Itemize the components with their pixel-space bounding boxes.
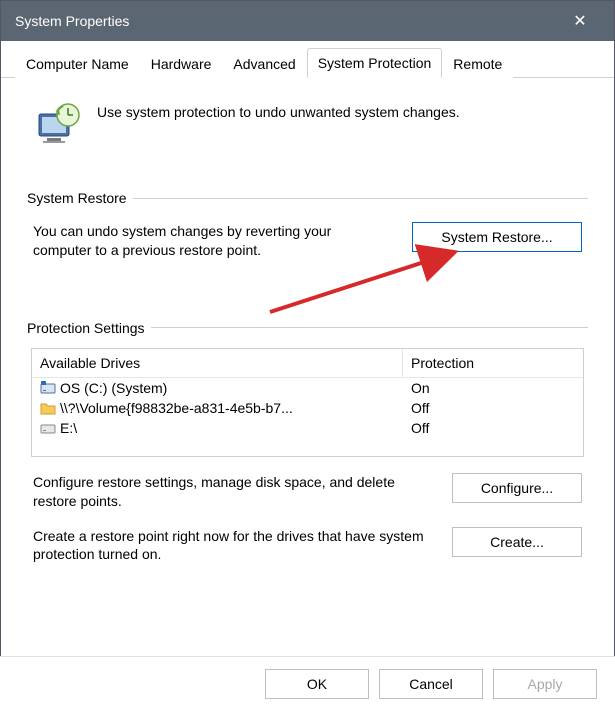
titlebar: System Properties bbox=[1, 1, 614, 41]
intro-text: Use system protection to undo unwanted s… bbox=[97, 102, 460, 120]
close-button[interactable] bbox=[560, 1, 600, 41]
table-row[interactable]: E:\ Off bbox=[32, 418, 583, 438]
tab-hardware[interactable]: Hardware bbox=[140, 49, 223, 78]
system-protection-icon bbox=[35, 102, 83, 150]
cancel-button[interactable]: Cancel bbox=[379, 669, 483, 699]
group-header: System Restore bbox=[27, 190, 588, 206]
protection-settings-group: Protection Settings Available Drives Pro… bbox=[27, 320, 588, 565]
tab-advanced[interactable]: Advanced bbox=[222, 49, 306, 78]
table-row[interactable]: \\?\Volume{f98832be-a831-4e5b-b7... Off bbox=[32, 398, 583, 418]
tab-system-protection[interactable]: System Protection bbox=[307, 48, 443, 78]
configure-button[interactable]: Configure... bbox=[452, 473, 582, 503]
drive-protection: Off bbox=[403, 398, 583, 418]
tab-strip: Computer Name Hardware Advanced System P… bbox=[1, 41, 614, 78]
create-description: Create a restore point right now for the… bbox=[33, 527, 434, 565]
window-title: System Properties bbox=[15, 13, 560, 29]
drive-protection: On bbox=[403, 378, 583, 398]
folder-icon bbox=[40, 400, 56, 416]
drive-protection: Off bbox=[403, 418, 583, 438]
drive-name: \\?\Volume{f98832be-a831-4e5b-b7... bbox=[60, 400, 293, 416]
intro-row: Use system protection to undo unwanted s… bbox=[27, 94, 588, 180]
disk-icon bbox=[40, 420, 56, 436]
col-available-drives[interactable]: Available Drives bbox=[32, 349, 403, 378]
system-restore-title: System Restore bbox=[27, 190, 127, 206]
ok-button[interactable]: OK bbox=[265, 669, 369, 699]
create-row: Create a restore point right now for the… bbox=[27, 527, 588, 565]
system-restore-button[interactable]: System Restore... bbox=[412, 222, 582, 252]
configure-description: Configure restore settings, manage disk … bbox=[33, 473, 434, 511]
system-properties-window: System Properties Computer Name Hardware… bbox=[0, 0, 615, 710]
col-protection[interactable]: Protection bbox=[403, 349, 583, 378]
drives-table-header: Available Drives Protection bbox=[32, 349, 583, 378]
drives-table: Available Drives Protection bbox=[31, 348, 584, 457]
disk-icon bbox=[40, 380, 56, 396]
system-restore-group: System Restore You can undo system chang… bbox=[27, 190, 588, 264]
tab-content: Use system protection to undo unwanted s… bbox=[1, 78, 614, 564]
create-button[interactable]: Create... bbox=[452, 527, 582, 557]
divider bbox=[151, 327, 588, 328]
close-icon bbox=[573, 11, 586, 31]
apply-button[interactable]: Apply bbox=[493, 669, 597, 699]
divider bbox=[133, 198, 588, 199]
dialog-footer: OK Cancel Apply bbox=[0, 656, 615, 710]
protection-settings-title: Protection Settings bbox=[27, 320, 145, 336]
drive-name: E:\ bbox=[60, 420, 77, 436]
drives-table-body: OS (C:) (System) On \\?\Volume{f98832be-… bbox=[32, 378, 583, 456]
configure-row: Configure restore settings, manage disk … bbox=[27, 473, 588, 511]
tab-computer-name[interactable]: Computer Name bbox=[15, 49, 140, 78]
table-row[interactable]: OS (C:) (System) On bbox=[32, 378, 583, 398]
system-restore-description: You can undo system changes by reverting… bbox=[33, 222, 392, 260]
drive-name: OS (C:) (System) bbox=[60, 380, 167, 396]
tab-remote[interactable]: Remote bbox=[442, 49, 513, 78]
group-header: Protection Settings bbox=[27, 320, 588, 336]
